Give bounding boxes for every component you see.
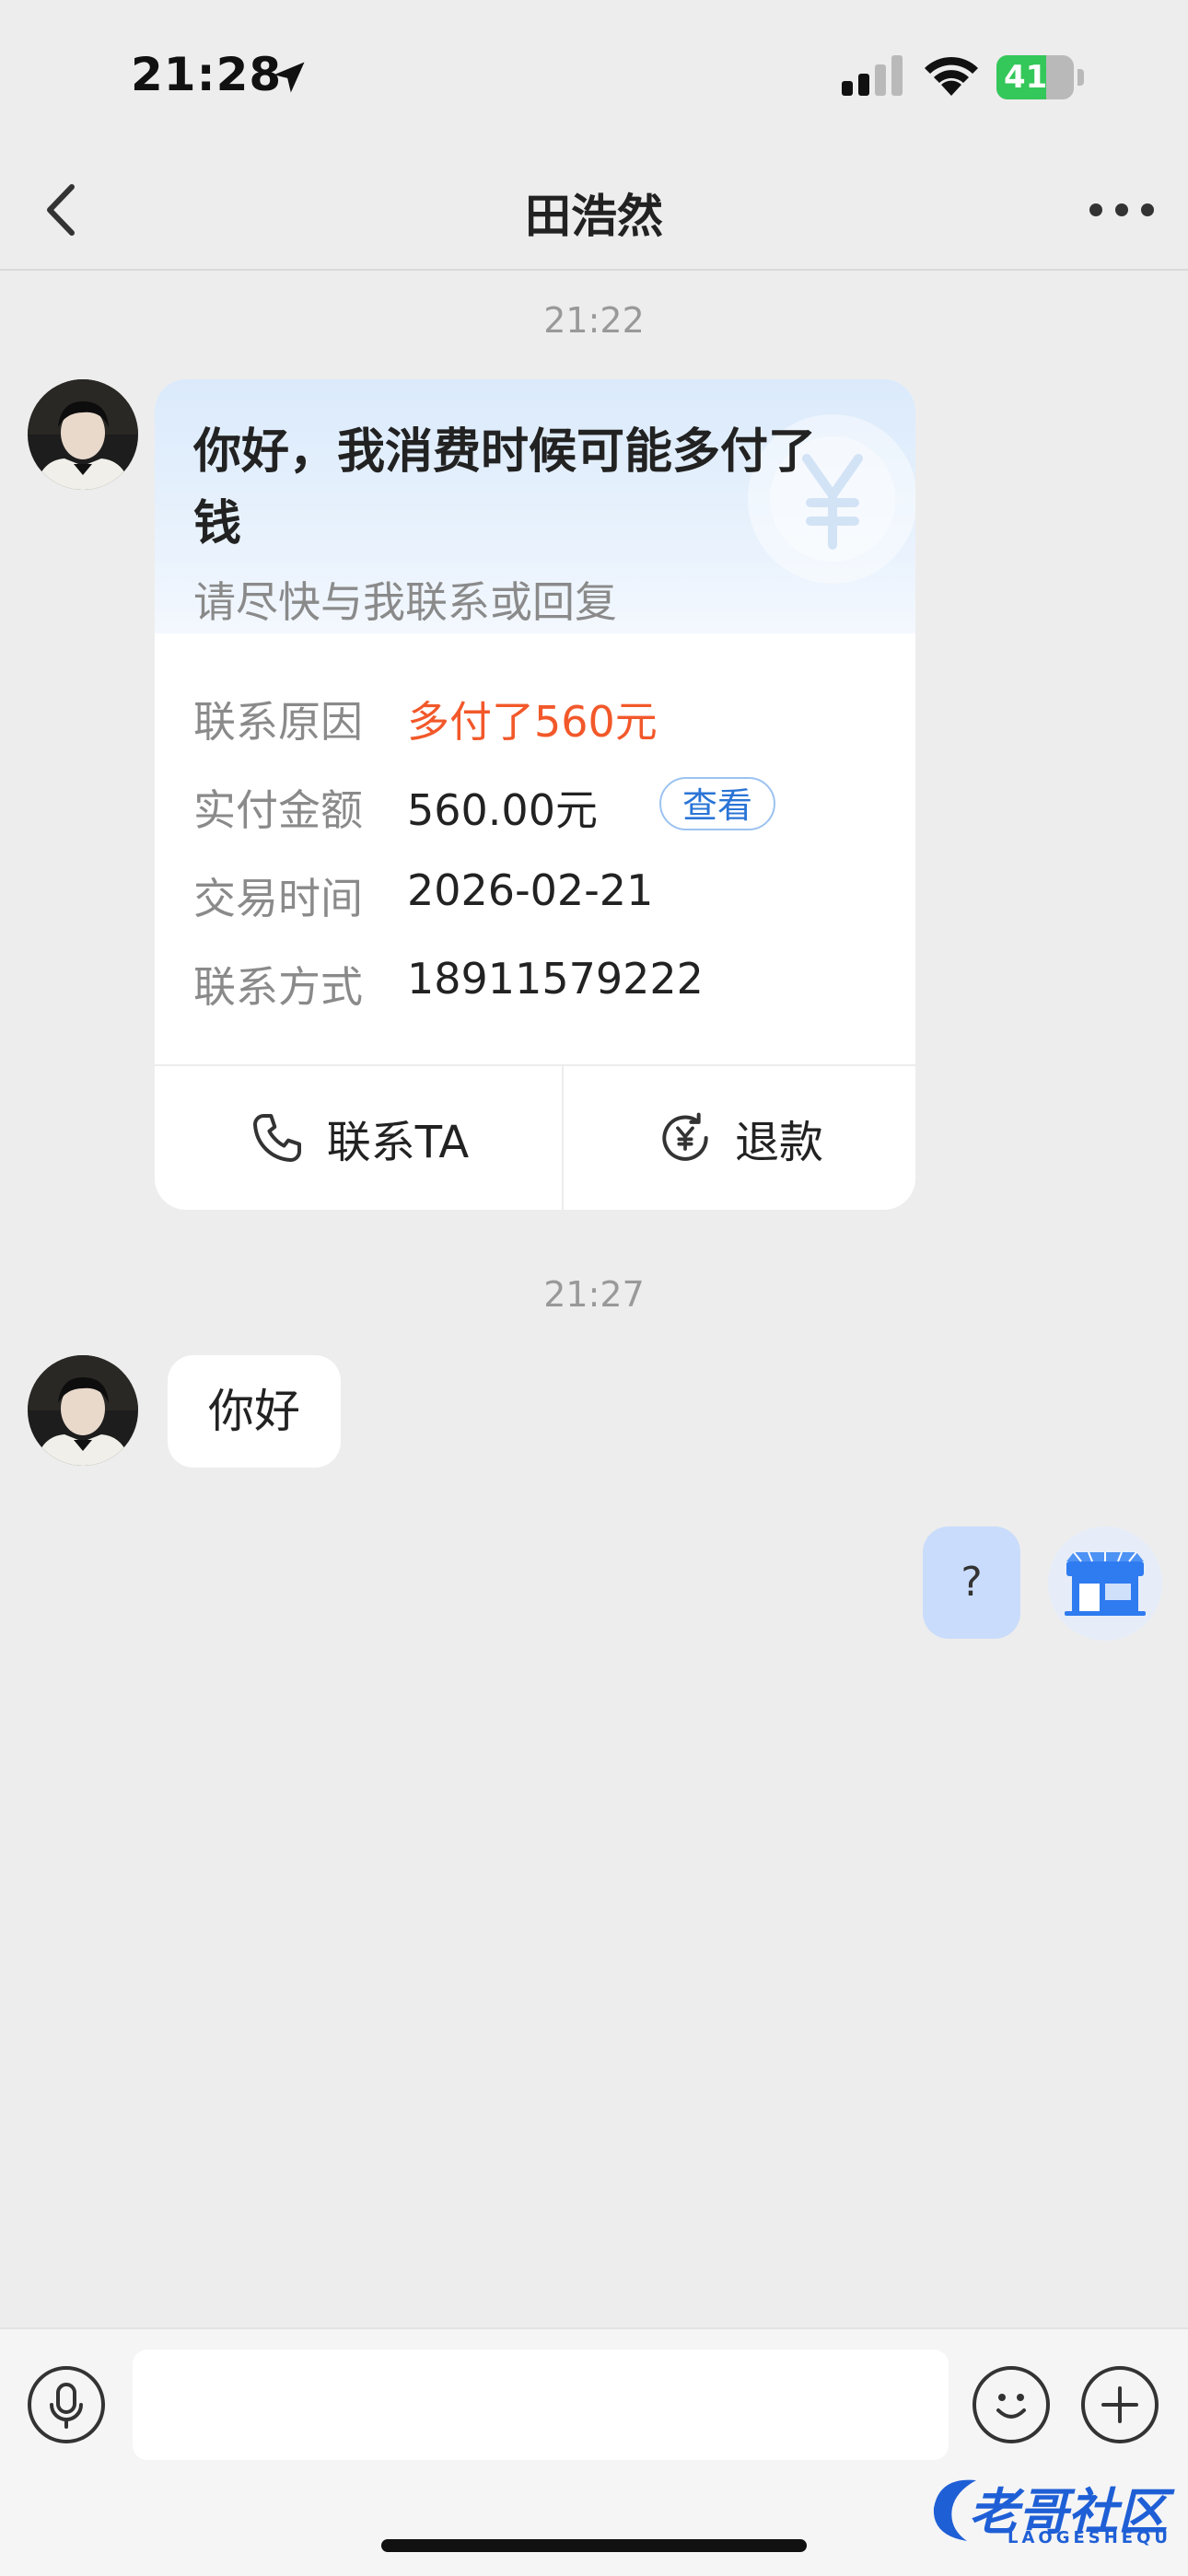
wifi-icon [925,56,978,96]
store-avatar[interactable] [1048,1526,1162,1641]
location-arrow-icon [274,62,305,93]
view-button[interactable]: 查看 [659,777,775,830]
row-value: 2026-02-21 [407,865,654,915]
row-label: 联系方式 [193,962,363,1012]
row-value: 560.00元 [407,785,598,835]
status-time: 21:28 [131,48,283,101]
contact-button[interactable]: 联系TA [155,1066,562,1210]
row-label: 交易时间 [193,874,363,923]
refund-yen-icon [662,1112,708,1161]
watermark-sub: LAOGESHEQU [1007,2528,1172,2547]
incoming-message[interactable]: 你好 [168,1355,341,1468]
avatar[interactable] [28,1355,138,1466]
timestamp: 21:22 [543,300,645,341]
contact-label: 联系TA [326,1117,470,1168]
row-value: 18911579222 [407,954,704,1004]
refund-label: 退款 [734,1117,823,1168]
battery-charging-icon: 41 [996,55,1085,99]
row-value: 多付了560元 [407,697,658,747]
page-title: 田浩然 [525,190,663,243]
watermark-logo: 老哥社区 LAOGESHEQU [921,2467,1179,2550]
overpayment-card[interactable]: 你好，我消费时候可能多付了钱 请尽快与我联系或回复 联系原因 多付了560元 实… [155,379,915,1210]
voice-button[interactable] [28,2366,105,2443]
card-header: 你好，我消费时候可能多付了钱 请尽快与我联系或回复 [155,379,915,633]
home-indicator [381,2539,807,2552]
card-subtitle: 请尽快与我联系或回复 [193,577,617,627]
store-icon [1048,1526,1162,1641]
more-dots-icon[interactable] [1087,193,1157,226]
emoji-button[interactable] [973,2366,1050,2443]
row-label: 实付金额 [193,785,363,835]
row-label: 联系原因 [193,697,363,747]
phone-icon [252,1114,301,1162]
plus-icon [1101,2386,1138,2423]
message-input[interactable] [133,2350,949,2460]
plus-button[interactable] [1081,2366,1159,2443]
smiley-icon [996,2394,1026,2419]
microphone-icon [50,2383,83,2429]
outgoing-message[interactable]: ? [923,1526,1020,1639]
battery-level: 41 [1004,59,1048,96]
timestamp: 21:27 [543,1274,645,1315]
cellular-signal-icon [842,55,903,96]
card-title: 你好，我消费时候可能多付了钱 [193,424,817,551]
refund-button[interactable]: 退款 [564,1066,915,1210]
avatar[interactable] [28,379,138,490]
